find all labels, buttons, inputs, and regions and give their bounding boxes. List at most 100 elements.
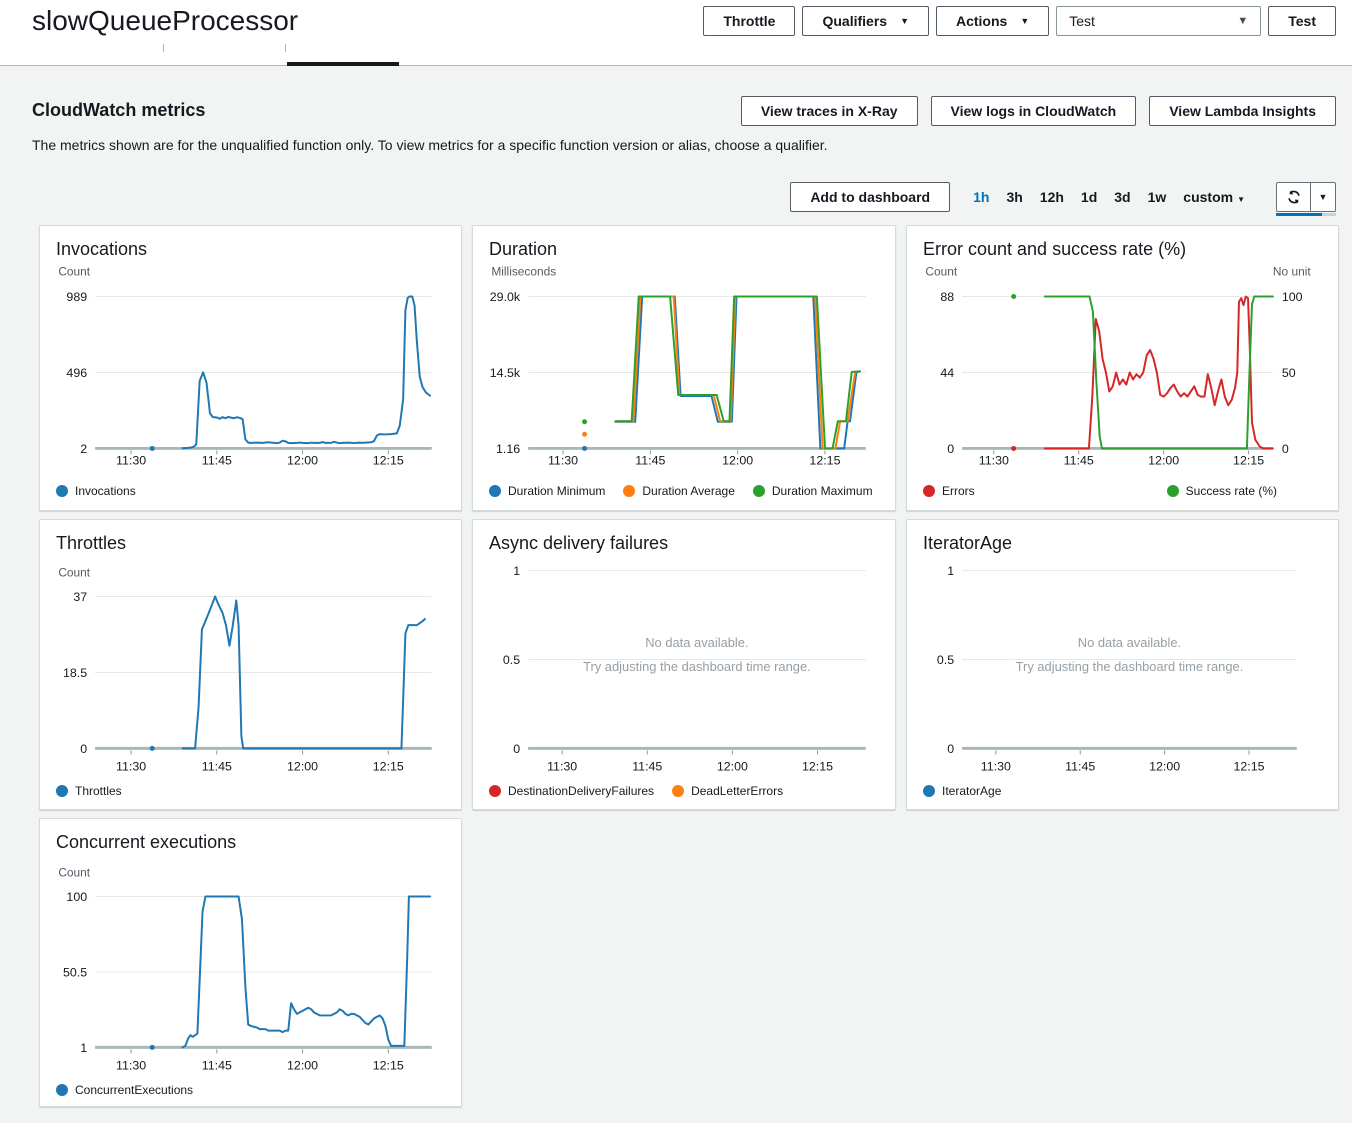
svg-text:12:00: 12:00 — [1149, 759, 1180, 773]
range-3d[interactable]: 3d — [1114, 189, 1130, 205]
chart-async-failures[interactable]: 10.5011:3011:4512:0012:15No data availab… — [473, 520, 895, 809]
refresh-button[interactable] — [1277, 183, 1310, 211]
metric-card-throttles: Throttles 3718.50Count11:3011:4512:0012:… — [39, 519, 462, 810]
qualifiers-button[interactable]: Qualifiers▼ — [802, 6, 929, 36]
view-logs-cloudwatch-button[interactable]: View logs in CloudWatch — [931, 96, 1137, 126]
view-logs-cloudwatch-label: View logs in CloudWatch — [951, 103, 1117, 119]
add-to-dashboard-button[interactable]: Add to dashboard — [790, 182, 950, 212]
legend-item[interactable]: DestinationDeliveryFailures — [489, 784, 654, 798]
svg-text:11:45: 11:45 — [202, 759, 232, 773]
throttle-button-label: Throttle — [723, 13, 775, 29]
page-header: slowQueueProcessor Throttle Qualifiers▼ … — [0, 0, 1352, 66]
svg-text:11:45: 11:45 — [202, 1058, 232, 1072]
svg-text:11:45: 11:45 — [202, 453, 232, 467]
chart-error-success[interactable]: 88440100500CountNo unit11:3011:4512:0012… — [907, 226, 1338, 510]
svg-text:11:30: 11:30 — [116, 453, 146, 467]
legend-item[interactable]: Errors — [923, 484, 975, 498]
refresh-options-button[interactable]: ▼ — [1310, 183, 1335, 211]
view-lambda-insights-button[interactable]: View Lambda Insights — [1149, 96, 1336, 126]
svg-text:29.0k: 29.0k — [490, 290, 521, 304]
svg-text:496: 496 — [66, 366, 87, 380]
legend-item[interactable]: Duration Maximum — [753, 484, 873, 498]
metrics-toolbar: Add to dashboard 1h 3h 12h 1d 3d 1w cust… — [0, 181, 1336, 212]
legend-color-dot — [1167, 485, 1179, 497]
legend-color-dot — [923, 485, 935, 497]
range-1w[interactable]: 1w — [1148, 189, 1167, 205]
tab-separator — [163, 44, 164, 52]
svg-text:11:30: 11:30 — [548, 453, 578, 467]
caret-down-icon: ▼ — [900, 16, 909, 26]
svg-text:No unit: No unit — [1273, 265, 1311, 279]
view-lambda-insights-label: View Lambda Insights — [1169, 103, 1316, 119]
svg-text:Count: Count — [58, 866, 90, 880]
refresh-button-group: ▼ — [1276, 182, 1336, 212]
metric-card-duration: Duration 29.0k14.5k1.16Milliseconds11:30… — [472, 225, 896, 511]
legend-color-dot — [672, 785, 684, 797]
legend-item[interactable]: IteratorAge — [923, 784, 1001, 798]
legend-item[interactable]: ConcurrentExecutions — [56, 1083, 193, 1097]
chart-throttles[interactable]: 3718.50Count11:3011:4512:0012:15 — [40, 520, 461, 809]
caret-down-icon: ▼ — [1319, 192, 1328, 202]
view-traces-xray-label: View traces in X-Ray — [761, 103, 898, 119]
caret-down-icon: ▼ — [1237, 15, 1248, 27]
svg-text:18.5: 18.5 — [63, 666, 87, 680]
svg-text:12:00: 12:00 — [717, 759, 748, 773]
range-1d[interactable]: 1d — [1081, 189, 1097, 205]
legend-item[interactable]: Success rate (%) — [1167, 484, 1277, 498]
legend-color-dot — [923, 785, 935, 797]
svg-text:50: 50 — [1282, 366, 1296, 380]
svg-text:12:00: 12:00 — [1148, 453, 1179, 467]
actions-button[interactable]: Actions▼ — [936, 6, 1049, 36]
svg-text:11:30: 11:30 — [116, 759, 146, 773]
svg-text:0: 0 — [513, 742, 520, 756]
svg-text:Count: Count — [925, 265, 957, 279]
metrics-description: The metrics shown are for the unqualifie… — [32, 137, 1336, 153]
range-3h[interactable]: 3h — [1006, 189, 1022, 205]
chart-concurrent-executions[interactable]: 10050.51Count11:3011:4512:0012:15 — [40, 819, 461, 1106]
chart-legend: Duration Minimum Duration Average Duration… — [489, 484, 879, 498]
svg-text:0: 0 — [1282, 442, 1289, 456]
svg-text:14.5k: 14.5k — [490, 366, 521, 380]
range-12h[interactable]: 12h — [1040, 189, 1064, 205]
svg-text:Count: Count — [58, 265, 90, 279]
legend-color-dot — [753, 485, 765, 497]
svg-text:12:15: 12:15 — [373, 759, 404, 773]
range-custom[interactable]: custom▼ — [1183, 189, 1245, 205]
svg-text:11:45: 11:45 — [632, 759, 662, 773]
metrics-action-buttons: View traces in X-Ray View logs in CloudW… — [741, 96, 1336, 126]
metric-card-iteratorage: IteratorAge 10.5011:3011:4512:0012:15No … — [906, 519, 1339, 810]
chart-legend: Errors Success rate (%) — [923, 484, 1277, 498]
range-1h[interactable]: 1h — [973, 189, 989, 205]
legend-label: ConcurrentExecutions — [75, 1083, 193, 1097]
view-traces-xray-button[interactable]: View traces in X-Ray — [741, 96, 918, 126]
legend-item[interactable]: Throttles — [56, 784, 122, 798]
metrics-grid: Invocations 9894962Count11:3011:4512:001… — [39, 225, 1352, 1107]
chart-title: Invocations — [40, 226, 461, 260]
chart-title: Error count and success rate (%) — [907, 226, 1338, 260]
svg-text:37: 37 — [73, 590, 87, 604]
legend-item[interactable]: Duration Minimum — [489, 484, 605, 498]
test-event-select[interactable]: Test▼ — [1056, 6, 1261, 36]
throttle-button[interactable]: Throttle — [703, 6, 795, 36]
test-button[interactable]: Test — [1268, 6, 1336, 36]
svg-text:12:15: 12:15 — [802, 759, 833, 773]
active-tab-indicator[interactable] — [287, 62, 399, 66]
metric-card-async-failures: Async delivery failures 10.5011:3011:451… — [472, 519, 896, 810]
svg-text:Count: Count — [58, 566, 90, 580]
legend-color-dot — [489, 785, 501, 797]
chart-iteratorage[interactable]: 10.5011:3011:4512:0012:15No data availab… — [907, 520, 1338, 809]
svg-text:Milliseconds: Milliseconds — [491, 265, 556, 279]
legend-color-dot — [623, 485, 635, 497]
chart-legend: Throttles — [56, 784, 445, 798]
legend-label: Errors — [942, 484, 975, 498]
legend-item[interactable]: Invocations — [56, 484, 136, 498]
chart-duration[interactable]: 29.0k14.5k1.16Milliseconds11:3011:4512:0… — [473, 226, 895, 510]
legend-item[interactable]: Duration Average — [623, 484, 735, 498]
svg-text:12:00: 12:00 — [722, 453, 753, 467]
legend-item[interactable]: DeadLetterErrors — [672, 784, 783, 798]
legend-label: DeadLetterErrors — [691, 784, 783, 798]
svg-text:44: 44 — [940, 366, 954, 380]
chart-invocations[interactable]: 9894962Count11:3011:4512:0012:15 — [40, 226, 461, 510]
legend-label: Throttles — [75, 784, 122, 798]
svg-text:11:30: 11:30 — [547, 759, 577, 773]
